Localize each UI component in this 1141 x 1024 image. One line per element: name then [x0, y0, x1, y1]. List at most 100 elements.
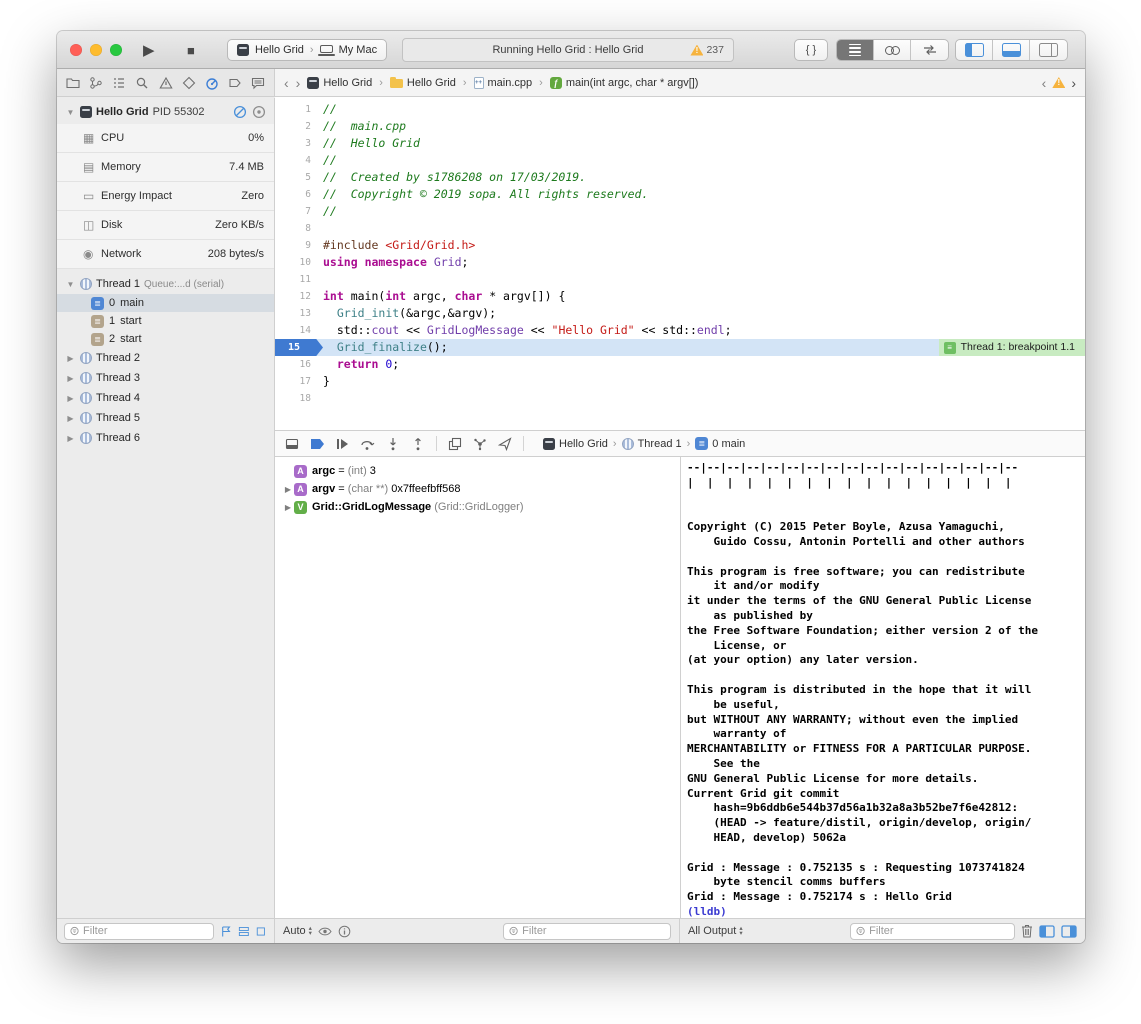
show-variables-view-toggle[interactable]: [1039, 925, 1055, 938]
code-line-4[interactable]: 4//: [275, 152, 1085, 169]
step-into-button[interactable]: [386, 437, 400, 451]
window-minimize-button[interactable]: [90, 44, 102, 56]
navigator-filter-input[interactable]: [83, 925, 208, 937]
disclosure-closed-icon[interactable]: ▶: [65, 374, 76, 383]
filter-running-threads-icon[interactable]: [255, 925, 267, 938]
variable-row[interactable]: Aargc = (int) 3: [275, 462, 680, 480]
breakpoint-navigator-icon[interactable]: [228, 76, 242, 90]
disclosure-open-icon[interactable]: ▼: [65, 280, 76, 289]
disclosure-closed-icon[interactable]: ▶: [65, 394, 76, 403]
stop-button[interactable]: ■: [187, 31, 195, 69]
filter-flag-toggle-icon[interactable]: [220, 925, 232, 938]
line-number[interactable]: 18: [275, 390, 323, 407]
standard-editor-button[interactable]: [837, 40, 874, 60]
code-line-6[interactable]: 6// Copyright © 2019 sopa. All rights re…: [275, 186, 1085, 203]
run-button[interactable]: ▶: [143, 31, 155, 69]
toggle-breakpoints-button[interactable]: [310, 438, 325, 450]
clear-console-trash-icon[interactable]: [1021, 924, 1033, 938]
line-number[interactable]: 2: [275, 118, 323, 135]
line-number[interactable]: 8: [275, 220, 323, 237]
line-number[interactable]: 14: [275, 322, 323, 339]
warning-icon[interactable]: [1052, 77, 1065, 88]
process-row[interactable]: ▼ Hello Grid PID 55302: [57, 98, 274, 124]
activity-viewer[interactable]: Running Hello Grid : Hello Grid 237: [402, 38, 734, 62]
variables-filter-field[interactable]: [503, 923, 671, 940]
forward-button[interactable]: ›: [296, 76, 301, 90]
code-line-5[interactable]: 5// Created by s1786208 on 17/03/2019.: [275, 169, 1085, 186]
thread-row-3[interactable]: ▶Thread 3: [57, 368, 274, 388]
debug-navigator-icon[interactable]: [205, 76, 219, 90]
test-navigator-icon[interactable]: [182, 76, 196, 90]
debug-crumb-process[interactable]: Hello Grid: [543, 438, 608, 450]
code-line-13[interactable]: 13 Grid_init(&argc,&argv);: [275, 305, 1085, 322]
jumpbar-crumb-file[interactable]: ++ main.cpp: [474, 77, 533, 89]
variable-row[interactable]: ▶VGrid::GridLogMessage (Grid::GridLogger…: [275, 498, 680, 516]
version-editor-button[interactable]: [911, 40, 948, 60]
line-number[interactable]: 1: [275, 101, 323, 118]
debug-crumb-frame[interactable]: ≣ 0 main: [695, 437, 745, 450]
code-line-1[interactable]: 1//: [275, 101, 1085, 118]
line-number[interactable]: 10: [275, 254, 323, 271]
gauge-row-network[interactable]: ◉Network208 bytes/s: [57, 240, 274, 269]
code-snippet-button[interactable]: { }: [794, 39, 828, 61]
disclosure-closed-icon[interactable]: ▶: [283, 503, 293, 512]
assistant-editor-button[interactable]: [874, 40, 911, 60]
console-scope-popup[interactable]: All Output ▴▾: [688, 925, 743, 937]
console-filter-input[interactable]: [869, 925, 1009, 937]
memory-graph-button[interactable]: [473, 437, 487, 451]
code-line-17[interactable]: 17}: [275, 373, 1085, 390]
symbol-navigator-icon[interactable]: [112, 76, 126, 90]
next-issue-button[interactable]: ›: [1071, 76, 1076, 90]
line-number[interactable]: 7: [275, 203, 323, 220]
back-button[interactable]: ‹: [284, 76, 289, 90]
thread-row-4[interactable]: ▶Thread 4: [57, 388, 274, 408]
disclosure-open-icon[interactable]: ▼: [65, 108, 76, 117]
issue-navigator-icon[interactable]: [159, 76, 173, 90]
source-control-navigator-icon[interactable]: [89, 76, 103, 90]
breakpoint-indicator[interactable]: 15: [275, 339, 323, 356]
disclosure-closed-icon[interactable]: ▶: [65, 434, 76, 443]
variables-scope-popup[interactable]: Auto ▴▾: [283, 925, 312, 937]
code-line-7[interactable]: 7//: [275, 203, 1085, 220]
disclosure-closed-icon[interactable]: ▶: [283, 485, 293, 494]
navigator-filter-field[interactable]: [64, 923, 214, 940]
code-line-3[interactable]: 3// Hello Grid: [275, 135, 1085, 152]
code-line-16[interactable]: 16 return 0;: [275, 356, 1085, 373]
line-number[interactable]: 12: [275, 288, 323, 305]
view-hierarchy-button[interactable]: [448, 437, 462, 451]
window-close-button[interactable]: [70, 44, 82, 56]
scheme-selector[interactable]: Hello Grid › My Mac: [227, 39, 387, 61]
jumpbar-crumb-symbol[interactable]: f main(int argc, char * argv[]): [550, 77, 699, 89]
gauge-row-energy-impact[interactable]: ▭Energy ImpactZero: [57, 182, 274, 211]
variables-filter-input[interactable]: [522, 925, 665, 937]
continue-button[interactable]: [336, 438, 349, 450]
line-number[interactable]: 16: [275, 356, 323, 373]
thread-row-6[interactable]: ▶Thread 6: [57, 428, 274, 448]
line-number[interactable]: 4: [275, 152, 323, 169]
code-line-11[interactable]: 11: [275, 271, 1085, 288]
warning-count-badge[interactable]: 237: [690, 39, 724, 61]
hide-debug-area-button[interactable]: [285, 437, 299, 451]
jumpbar-crumb-group[interactable]: Hello Grid: [390, 77, 456, 89]
line-number[interactable]: 17: [275, 373, 323, 390]
line-number[interactable]: 11: [275, 271, 323, 288]
disclosure-closed-icon[interactable]: ▶: [65, 354, 76, 363]
stack-frame-0[interactable]: ≣0main: [57, 294, 274, 312]
code-line-10[interactable]: 10using namespace Grid;: [275, 254, 1085, 271]
pause-process-icon[interactable]: [233, 105, 247, 119]
quicklook-eye-icon[interactable]: [318, 926, 332, 937]
console-filter-field[interactable]: [850, 923, 1015, 940]
window-zoom-button[interactable]: [110, 44, 122, 56]
gauge-row-cpu[interactable]: ▦CPU0%: [57, 124, 274, 153]
code-line-2[interactable]: 2// main.cpp: [275, 118, 1085, 135]
variable-row[interactable]: ▶Aargv = (char **) 0x7ffeefbff568: [275, 480, 680, 498]
breakpoint-annotation[interactable]: ≡Thread 1: breakpoint 1.1: [939, 339, 1085, 356]
source-editor[interactable]: 1//2// main.cpp3// Hello Grid4//5// Crea…: [275, 97, 1085, 430]
thread-row-1[interactable]: ▼Thread 1Queue:...d (serial): [57, 274, 274, 294]
previous-issue-button[interactable]: ‹: [1042, 76, 1047, 90]
code-line-8[interactable]: 8: [275, 220, 1085, 237]
code-line-18[interactable]: 18: [275, 390, 1085, 407]
line-number[interactable]: 13: [275, 305, 323, 322]
debug-crumb-thread[interactable]: Thread 1: [622, 438, 682, 450]
filter-stack-frames-icon[interactable]: [238, 925, 250, 938]
